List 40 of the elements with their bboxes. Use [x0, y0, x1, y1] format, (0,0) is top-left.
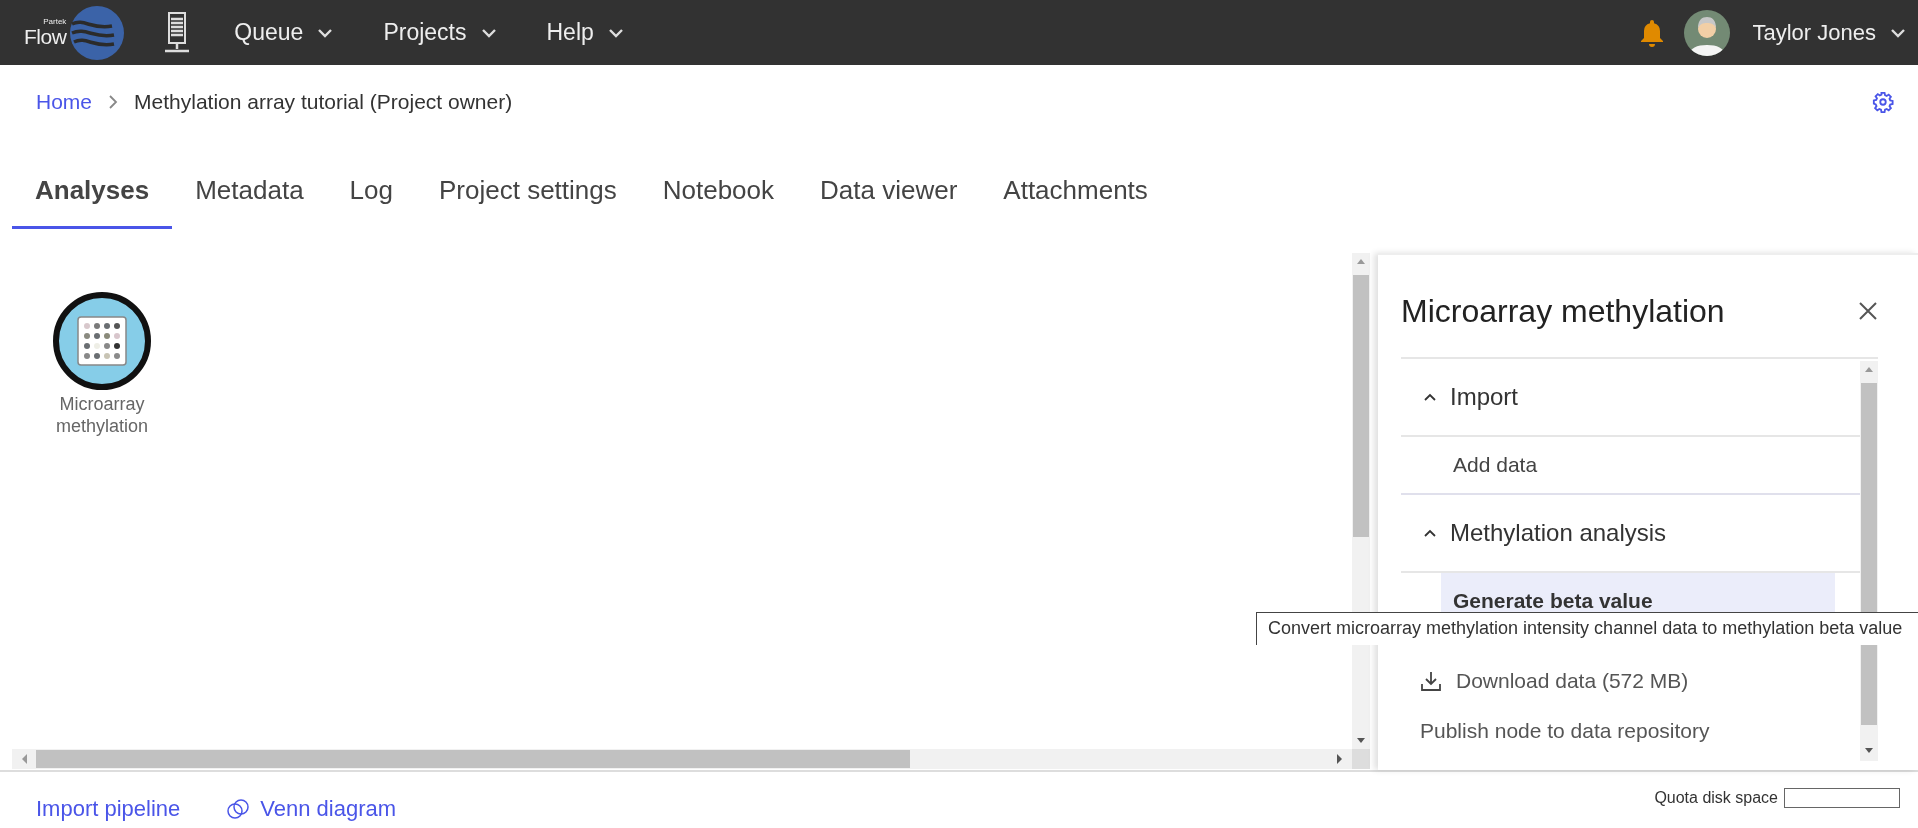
chevron-down-icon [480, 27, 497, 38]
breadcrumb-current: Methylation array tutorial (Project owner) [134, 90, 513, 114]
nav-menu[interactable]: Queue [234, 19, 334, 46]
logo-text: Flow [24, 26, 67, 48]
action-link[interactable]: Publish node to data repository [1420, 719, 1860, 743]
tab[interactable]: Project settings [416, 161, 640, 229]
tab[interactable]: Data viewer [797, 161, 981, 229]
chevron-right-icon [108, 95, 119, 109]
settings-icon[interactable] [1872, 91, 1894, 113]
chevron-down-icon [1890, 27, 1906, 38]
tab[interactable]: Metadata [172, 161, 327, 229]
data-node-icon[interactable] [52, 291, 152, 391]
breadcrumb-link[interactable]: Home [36, 90, 93, 114]
horizontal-scrollbar[interactable] [12, 749, 1352, 769]
close-icon[interactable] [1858, 301, 1878, 321]
tab[interactable]: Log [326, 161, 416, 229]
quota-label: Quota disk space [1654, 789, 1778, 807]
user-menu[interactable]: Taylor Jones [1752, 19, 1906, 46]
footer-link[interactable]: Venn diagram [226, 796, 397, 822]
chevron-down-icon [607, 27, 624, 38]
venn-icon [226, 797, 251, 821]
server-icon[interactable] [164, 11, 191, 54]
bell-icon[interactable] [1640, 18, 1665, 47]
logo-small-text: Partek [43, 17, 67, 26]
chevron-down-icon [317, 27, 334, 38]
nav-menu[interactable]: Help [546, 19, 624, 46]
task-item[interactable]: Add data [1401, 437, 1860, 493]
footer-link[interactable]: Import pipeline [36, 796, 181, 822]
scrollbar-corner [1352, 749, 1370, 769]
tooltip: Convert microarray methylation intensity channel data to methylation beta value [1256, 612, 1918, 645]
node-label: Microarray methylation [54, 393, 150, 437]
download-icon [1420, 670, 1442, 692]
tab[interactable]: Notebook [639, 161, 798, 229]
logo-globe-icon [70, 5, 125, 60]
nav-menu[interactable]: Projects [383, 19, 497, 46]
logo[interactable]: Partek Flow [24, 5, 125, 60]
tab[interactable]: Analyses [12, 161, 173, 229]
tab[interactable]: Attachments [980, 161, 1171, 229]
panel-title: Microarray methylation [1401, 292, 1726, 330]
action-link[interactable]: Download data (572 MB) [1420, 669, 1860, 693]
